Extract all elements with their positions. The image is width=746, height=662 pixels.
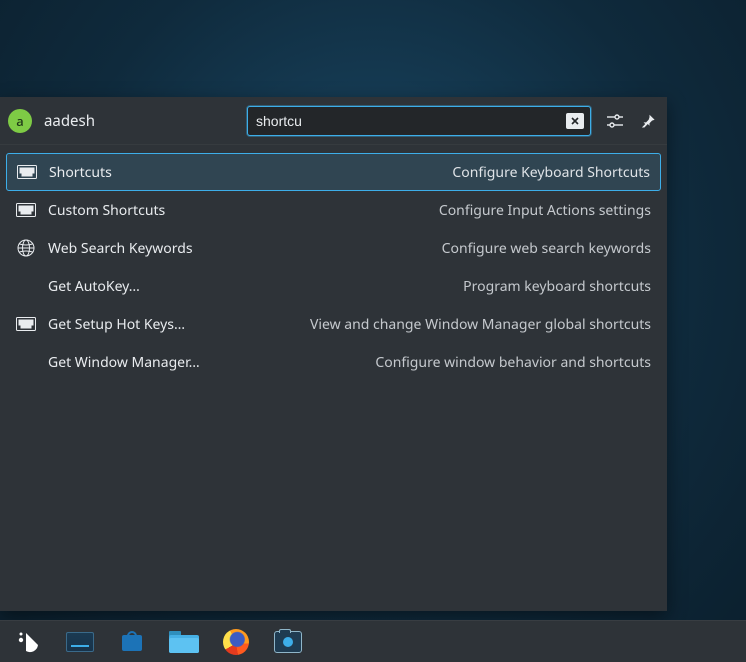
window-thumb-icon: [66, 632, 94, 652]
app-launcher-button[interactable]: [4, 625, 52, 659]
keyboard-icon: [17, 162, 37, 182]
result-title: Get Window Manager…: [48, 353, 200, 372]
pin-icon[interactable]: [639, 111, 659, 131]
shopping-bag-icon: [118, 631, 146, 653]
search-box[interactable]: [247, 106, 591, 136]
result-row[interactable]: Get Setup Hot Keys… View and change Windo…: [6, 305, 661, 343]
firefox-icon: [223, 629, 249, 655]
result-description: Configure Input Actions settings: [439, 201, 651, 220]
spectacle-button[interactable]: [264, 625, 312, 659]
configure-icon[interactable]: [605, 111, 625, 131]
globe-icon: [16, 238, 36, 258]
result-row[interactable]: Get Window Manager… Configure window beha…: [6, 343, 661, 381]
task-manager-button[interactable]: [56, 625, 104, 659]
clear-search-icon[interactable]: [566, 113, 584, 129]
result-description: View and change Window Manager global sh…: [310, 315, 651, 334]
search-results-list: Shortcuts Configure Keyboard Shortcuts Cus…: [0, 145, 667, 389]
result-description: Configure window behavior and shortcuts: [375, 353, 651, 372]
result-description: Configure Keyboard Shortcuts: [452, 163, 650, 182]
keyboard-icon: [16, 314, 36, 334]
result-title: Shortcuts: [49, 163, 112, 182]
plasma-icon: [15, 629, 41, 655]
result-title: Get Setup Hot Keys…: [48, 315, 185, 334]
keyboard-icon: [16, 200, 36, 220]
result-title: Web Search Keywords: [48, 239, 193, 258]
firefox-button[interactable]: [212, 625, 260, 659]
user-avatar[interactable]: a: [8, 109, 32, 133]
result-description: Program keyboard shortcuts: [463, 277, 651, 296]
launcher-header: a aadesh: [0, 97, 667, 145]
result-row[interactable]: Web Search Keywords Configure web search …: [6, 229, 661, 267]
result-row[interactable]: Get AutoKey… Program keyboard shortcuts: [6, 267, 661, 305]
discover-store-button[interactable]: [108, 625, 156, 659]
application-launcher: a aadesh Shortcuts Configure Keyboard Sho…: [0, 97, 667, 611]
result-row[interactable]: Shortcuts Configure Keyboard Shortcuts: [6, 153, 661, 191]
file-manager-button[interactable]: [160, 625, 208, 659]
camera-icon: [274, 631, 302, 653]
result-title: Custom Shortcuts: [48, 201, 165, 220]
result-title: Get AutoKey…: [48, 277, 140, 296]
result-row[interactable]: Custom Shortcuts Configure Input Actions …: [6, 191, 661, 229]
username-label: aadesh: [44, 111, 95, 131]
search-input[interactable]: [256, 113, 566, 129]
taskbar: [0, 620, 746, 662]
result-description: Configure web search keywords: [442, 239, 651, 258]
folder-icon: [169, 631, 199, 653]
